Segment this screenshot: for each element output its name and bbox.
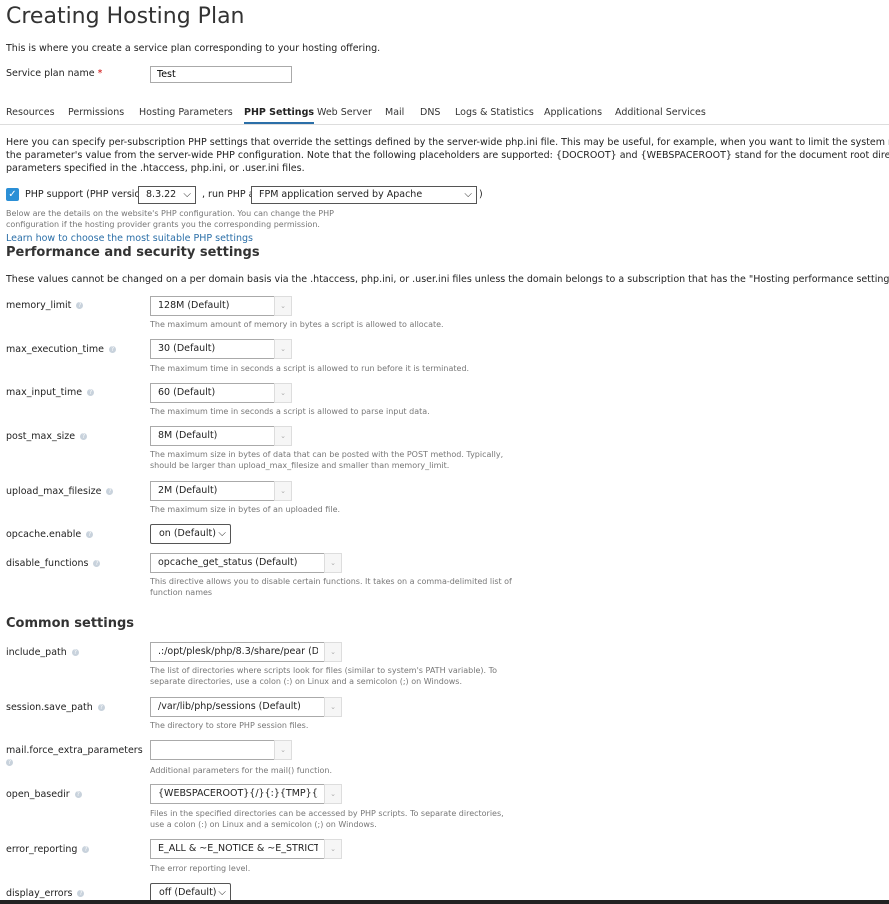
disable-functions-combo[interactable]: opcache_get_status (Default) ⌄ [150, 553, 342, 573]
chevron-down-icon: ⌵ [183, 189, 191, 200]
page: Creating Hosting Plan This is where you … [0, 0, 889, 904]
help-icon[interactable]: ? [80, 433, 88, 440]
performance-description: These values cannot be changed on a per … [6, 274, 889, 285]
help-icon[interactable]: ? [106, 488, 114, 495]
php-settings-description: Here you can specify per-subscription PH… [6, 137, 889, 174]
plan-name-label: Service plan name * [6, 68, 103, 79]
page-title: Creating Hosting Plan [6, 4, 245, 29]
chevron-down-icon[interactable]: ⌄ [324, 839, 342, 859]
help-icon[interactable]: ? [82, 846, 90, 853]
tab-logs-statistics[interactable]: Logs & Statistics [455, 107, 534, 118]
mail-force-extra-parameters-combo[interactable]: ⌄ [150, 740, 292, 760]
mail-force-extra-parameters-hint: Additional parameters for the mail() fun… [150, 766, 333, 775]
open-basedir-combo[interactable]: {WEBSPACEROOT}{/}{:}{TMP}{/} (Default)⌄ [150, 784, 342, 804]
performance-heading: Performance and security settings [6, 245, 260, 260]
tab-php-settings[interactable]: PHP Settings [244, 107, 315, 124]
max-input-time-hint: The maximum time in seconds a script is … [150, 407, 430, 416]
help-icon[interactable]: ? [97, 704, 105, 711]
error-reporting-label: error_reporting? [6, 844, 90, 855]
tab-applications[interactable]: Applications [544, 107, 602, 118]
max-input-time-combo[interactable]: 60 (Default) ⌄ [150, 383, 292, 403]
open-basedir-hint: Files in the specified directories can b… [150, 809, 504, 829]
help-icon[interactable]: ? [76, 302, 84, 309]
chevron-down-icon: ⌵ [218, 528, 226, 539]
tab-dns[interactable]: DNS [420, 107, 440, 118]
learn-php-settings-link[interactable]: Learn how to choose the most suitable PH… [6, 233, 253, 244]
help-icon[interactable]: ? [6, 759, 13, 766]
php-version-select[interactable]: 8.3.22 ⌵ [138, 186, 196, 204]
tab-additional-services[interactable]: Additional Services [615, 107, 706, 118]
session-save-path-combo[interactable]: /var/lib/php/sessions (Default) ⌄ [150, 697, 342, 717]
include-path-combo[interactable]: .:/opt/plesk/php/8.3/share/pear (Default… [150, 642, 342, 662]
chevron-down-icon: ⌵ [464, 189, 472, 200]
chevron-down-icon[interactable]: ⌄ [274, 426, 292, 446]
help-icon[interactable]: ? [108, 346, 116, 353]
include-path-label: include_path? [6, 647, 79, 658]
bottom-edge-bar [0, 900, 889, 904]
max-input-time-label: max_input_time? [6, 387, 95, 398]
chevron-down-icon[interactable]: ⌄ [274, 481, 292, 501]
php-support-label: PHP support (PHP version [25, 189, 147, 200]
closing-paren: ) [479, 189, 483, 200]
tab-mail[interactable]: Mail [385, 107, 404, 118]
include-path-hint: The list of directories where scripts lo… [150, 666, 498, 686]
post-max-size-hint: The maximum size in bytes of data that c… [150, 450, 504, 470]
memory-limit-label: memory_limit? [6, 300, 84, 311]
post-max-size-label: post_max_size? [6, 431, 88, 442]
chevron-down-icon[interactable]: ⌄ [324, 553, 342, 573]
help-icon[interactable]: ? [74, 791, 82, 798]
chevron-down-icon[interactable]: ⌄ [324, 784, 342, 804]
chevron-down-icon[interactable]: ⌄ [324, 642, 342, 662]
error-reporting-hint: The error reporting level. [150, 864, 251, 873]
session-save-path-label: session.save_path? [6, 702, 105, 713]
help-icon[interactable]: ? [71, 649, 79, 656]
post-max-size-combo[interactable]: 8M (Default) ⌄ [150, 426, 292, 446]
chevron-down-icon[interactable]: ⌄ [274, 339, 292, 359]
opcache-enable-select[interactable]: on (Default) ⌵ [150, 524, 231, 544]
memory-limit-hint: The maximum amount of memory in bytes a … [150, 320, 444, 329]
max-execution-time-hint: The maximum time in seconds a script is … [150, 364, 470, 373]
chevron-down-icon[interactable]: ⌄ [274, 383, 292, 403]
help-icon[interactable]: ? [77, 890, 85, 897]
tab-bar: Resources Permissions Hosting Parameters… [0, 100, 889, 125]
plan-name-input[interactable] [150, 66, 292, 83]
upload-max-filesize-label: upload_max_filesize? [6, 486, 114, 497]
php-config-note: Below are the details on the website's P… [6, 209, 334, 229]
chevron-down-icon[interactable]: ⌄ [274, 740, 292, 760]
required-marker: * [97, 68, 103, 79]
disable-functions-label: disable_functions? [6, 558, 101, 569]
chevron-down-icon[interactable]: ⌄ [324, 697, 342, 717]
help-icon[interactable]: ? [87, 389, 95, 396]
tab-permissions[interactable]: Permissions [68, 107, 124, 118]
common-settings-heading: Common settings [6, 616, 135, 631]
upload-max-filesize-hint: The maximum size in bytes of an uploaded… [150, 505, 341, 514]
upload-max-filesize-combo[interactable]: 2M (Default) ⌄ [150, 481, 292, 501]
chevron-down-icon[interactable]: ⌄ [274, 296, 292, 316]
php-handler-select[interactable]: FPM application served by Apache ⌵ [251, 186, 477, 204]
memory-limit-combo[interactable]: 128M (Default) ⌄ [150, 296, 292, 316]
error-reporting-combo[interactable]: E_ALL & ~E_NOTICE & ~E_STRICT & ~E_DEPRE… [150, 839, 342, 859]
tab-web-server[interactable]: Web Server [317, 107, 372, 118]
max-execution-time-combo[interactable]: 30 (Default) ⌄ [150, 339, 292, 359]
session-save-path-hint: The directory to store PHP session files… [150, 721, 309, 730]
checkmark-icon: ✓ [8, 189, 17, 200]
page-intro: This is where you create a service plan … [6, 43, 381, 54]
help-icon[interactable]: ? [86, 531, 94, 538]
disable-functions-hint: This directive allows you to disable cer… [150, 577, 512, 597]
help-icon[interactable]: ? [93, 560, 101, 567]
mail-force-extra-parameters-label: mail.force_extra_parameters? [6, 745, 143, 766]
tab-resources[interactable]: Resources [6, 107, 55, 118]
max-execution-time-label: max_execution_time? [6, 344, 116, 355]
opcache-enable-label: opcache.enable? [6, 529, 94, 540]
php-support-checkbox[interactable]: ✓ [6, 188, 19, 201]
open-basedir-label: open_basedir? [6, 789, 82, 800]
display-errors-label: display_errors? [6, 888, 85, 899]
tab-hosting-parameters[interactable]: Hosting Parameters [139, 107, 233, 118]
